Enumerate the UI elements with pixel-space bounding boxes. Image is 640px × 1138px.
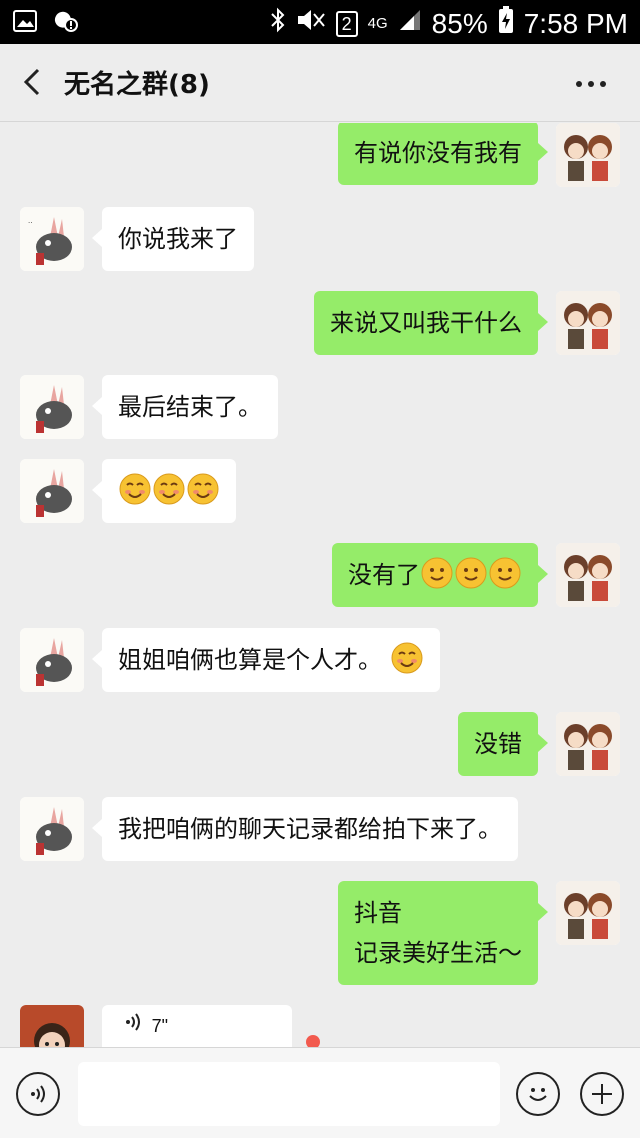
network-label: 4G bbox=[367, 14, 388, 32]
message-bubble[interactable]: 有说你没有我有 bbox=[338, 123, 548, 185]
message-line: 记录美好生活～ bbox=[354, 939, 522, 967]
voice-toggle-button[interactable] bbox=[16, 1072, 60, 1116]
plus-icon bbox=[592, 1084, 612, 1104]
message-bubble[interactable] bbox=[92, 459, 236, 523]
input-bar bbox=[0, 1047, 640, 1138]
voice-wave-icon bbox=[124, 1006, 144, 1046]
blush-emoji-icon bbox=[119, 473, 151, 505]
message-bubble[interactable]: 你说我来了 bbox=[92, 207, 254, 271]
chevron-left-icon bbox=[23, 68, 40, 96]
message-bubble[interactable]: 没有了 bbox=[332, 543, 548, 607]
message-bubble[interactable]: 抖音 记录美好生活～ bbox=[338, 881, 548, 985]
message-bubble[interactable]: 没错 bbox=[458, 712, 548, 776]
message-bubble[interactable]: 最后结束了。 bbox=[92, 375, 278, 439]
avatar-contact-rabbit[interactable] bbox=[20, 797, 84, 861]
more-dot bbox=[588, 81, 594, 87]
message-input[interactable] bbox=[78, 1062, 500, 1126]
back-button[interactable] bbox=[14, 62, 54, 102]
clock: 7:58 PM bbox=[523, 7, 628, 39]
avatar-contact-rabbit[interactable] bbox=[20, 459, 84, 523]
avatar-contact-rabbit[interactable] bbox=[20, 375, 84, 439]
smile-emoji-icon bbox=[489, 557, 521, 589]
emoji-icon bbox=[529, 1088, 547, 1101]
avatar-self[interactable] bbox=[556, 712, 620, 776]
blush-emoji-icon bbox=[391, 642, 423, 674]
chat-area[interactable]: 有说你没有我有 .. 你说我来了 来说又叫我干什么 最后结束了。 没有了 姐姐咱… bbox=[0, 123, 640, 1047]
smile-emoji-icon bbox=[421, 557, 453, 589]
mute-icon bbox=[296, 8, 326, 39]
unread-dot bbox=[306, 1035, 320, 1047]
message-bubble[interactable]: 来说又叫我干什么 bbox=[314, 291, 548, 355]
message-bubble[interactable]: 我把咱俩的聊天记录都给拍下来了。 bbox=[92, 797, 518, 861]
status-bar-right: 2 4G 85% 7:58 PM bbox=[270, 6, 628, 41]
voice-message-bubble[interactable]: 7" bbox=[102, 1005, 292, 1047]
blush-emoji-icon bbox=[153, 473, 185, 505]
image-icon bbox=[12, 8, 38, 34]
blush-emoji-icon bbox=[187, 473, 219, 505]
message-text: 姐姐咱俩也算是个人才。 bbox=[118, 646, 382, 674]
chat-header: 无名之群(8) bbox=[0, 44, 640, 122]
chat-title: 无名之群(8) bbox=[64, 70, 210, 100]
voice-toggle-icon bbox=[31, 1085, 45, 1103]
avatar-self[interactable] bbox=[556, 291, 620, 355]
voice-duration: 7" bbox=[151, 1016, 169, 1036]
sim-slot-icon: 2 bbox=[335, 10, 358, 37]
more-dots-icon bbox=[576, 81, 582, 87]
message-bubble[interactable]: 姐姐咱俩也算是个人才。 bbox=[92, 628, 440, 692]
bluetooth-icon bbox=[270, 7, 286, 40]
more-dot bbox=[600, 81, 606, 87]
message-text: 没有了 bbox=[348, 561, 420, 589]
avatar-contact-rabbit[interactable] bbox=[20, 628, 84, 692]
plus-button[interactable] bbox=[580, 1072, 624, 1116]
battery-charging-icon bbox=[498, 6, 514, 41]
more-button[interactable] bbox=[576, 74, 616, 94]
avatar-self[interactable] bbox=[556, 881, 620, 945]
message-line: 抖音 bbox=[354, 899, 402, 927]
svg-text:..: .. bbox=[28, 217, 32, 225]
avatar-contact-girl[interactable] bbox=[20, 1005, 84, 1047]
status-bar: 2 4G 85% 7:58 PM bbox=[0, 0, 640, 44]
smile-emoji-icon bbox=[455, 557, 487, 589]
battery-percent: 85% bbox=[431, 7, 488, 39]
avatar-contact-rabbit[interactable]: .. bbox=[20, 207, 84, 271]
notification-icon bbox=[52, 8, 78, 34]
signal-icon bbox=[398, 8, 422, 39]
avatar-self[interactable] bbox=[556, 543, 620, 607]
status-bar-left bbox=[12, 8, 78, 34]
avatar-self[interactable] bbox=[556, 123, 620, 187]
emoji-button[interactable] bbox=[516, 1072, 560, 1116]
